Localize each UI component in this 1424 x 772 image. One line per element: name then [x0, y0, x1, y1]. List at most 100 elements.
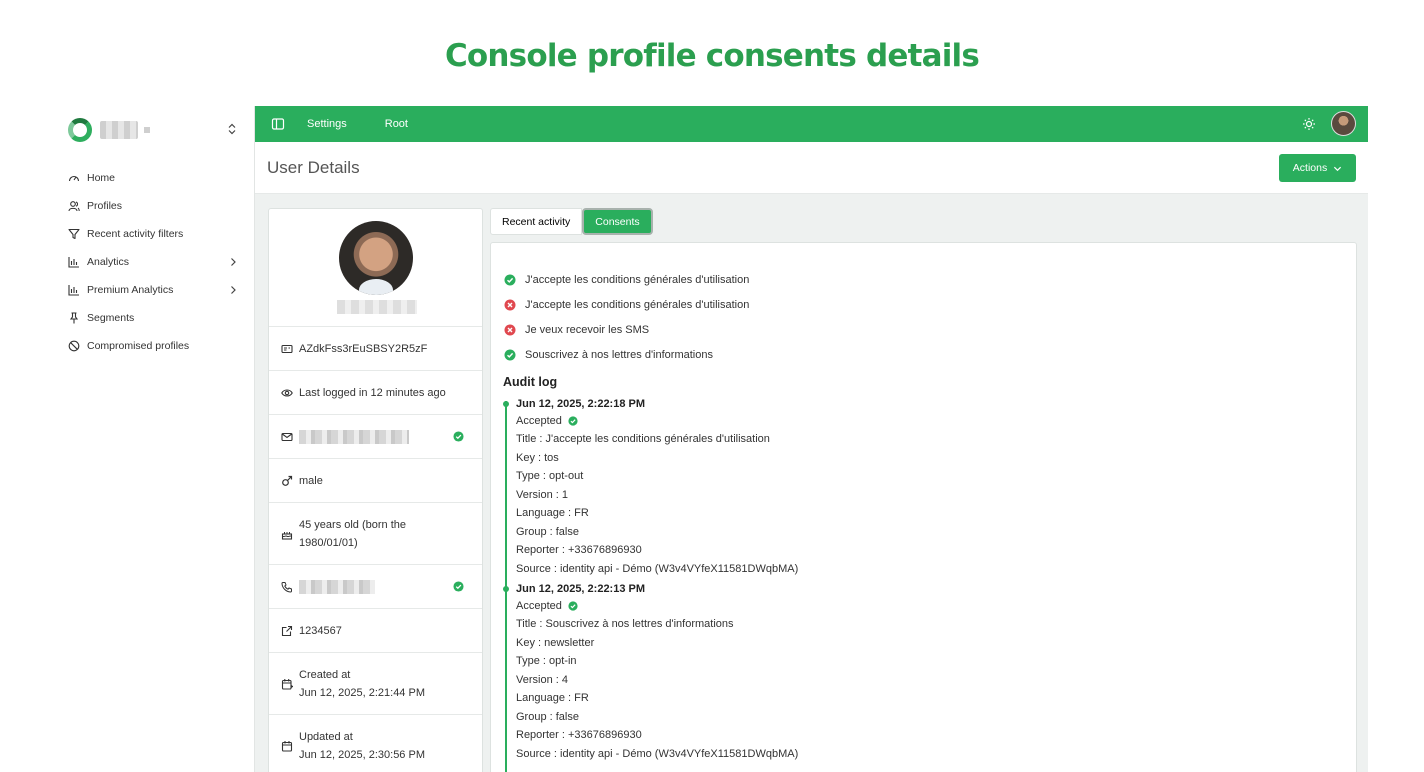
eye-icon	[281, 388, 293, 397]
email-row	[269, 415, 482, 459]
audit-entry-detail: Source : identity api - Démo (W3v4VYfeX1…	[516, 562, 799, 575]
sidebar-item-analytics[interactable]: Analytics	[68, 248, 248, 276]
consent-label: J'accepte les conditions générales d'uti…	[525, 298, 750, 311]
sidebar-item-home[interactable]: Home	[68, 164, 248, 192]
audit-entry-detail: Language : FR	[516, 507, 589, 519]
sidebar-item-recent-activity-filters[interactable]: Recent activity filters	[68, 220, 248, 248]
updated-row: Updated at Jun 12, 2025, 2:30:56 PM	[269, 715, 482, 772]
sidebar-item-label: Recent activity filters	[87, 228, 184, 240]
users-icon	[68, 201, 80, 212]
audit-entry-detail: Type : opt-in	[516, 655, 577, 667]
last-login: Last logged in 12 minutes ago	[299, 386, 446, 399]
consents-panel: J'accepte les conditions générales d'uti…	[490, 242, 1357, 772]
ban-icon	[68, 340, 80, 352]
calendar-icon	[281, 741, 293, 752]
age-row: 45 years old (born the 1980/01/01)	[269, 503, 482, 565]
consent-item: Souscrivez à nos lettres d'informations	[504, 342, 749, 367]
sidebar-item-label: Compromised profiles	[87, 340, 190, 352]
consent-label: J'accepte les conditions générales d'uti…	[525, 273, 750, 286]
audit-entry-detail: Type : opt-out	[516, 470, 584, 482]
profile-card: AZdkFss3rEuSBSY2R5zF Last logged in 12 m…	[268, 208, 483, 772]
sidebar-item-label: Profiles	[87, 200, 123, 212]
audit-entry-status: Accepted	[516, 597, 1104, 615]
timeline-dot	[503, 586, 509, 592]
audit-entry-detail: Reporter : +33676896930	[516, 544, 642, 556]
user-avatar[interactable]	[1331, 111, 1356, 136]
bar-chart-icon	[68, 257, 79, 268]
brand-logo	[68, 118, 92, 142]
top-navbar: Settings Root	[255, 106, 1368, 142]
check-circle-icon	[504, 349, 516, 360]
external-id: 1234567	[299, 624, 342, 637]
phone-redacted	[299, 579, 375, 594]
verified-check-icon	[453, 581, 464, 592]
consent-item: Je veux recevoir les SMS	[504, 317, 749, 342]
sidebar-item-segments[interactable]: Segments	[68, 304, 248, 332]
theme-toggle-sun-icon[interactable]	[1302, 117, 1316, 131]
consent-label: Je veux recevoir les SMS	[525, 323, 650, 336]
created-label: Created at	[299, 668, 351, 681]
chevron-down-icon	[1334, 166, 1342, 171]
chevron-right-icon	[231, 258, 236, 266]
audit-entry: Jun 12, 2025, 2:22:18 PM Accepted Title …	[503, 397, 1104, 578]
updated-label: Updated at	[299, 731, 353, 743]
gauge-icon	[68, 175, 80, 182]
audit-entry-date: Jun 12, 2025, 2:22:18 PM	[516, 398, 646, 410]
phone-icon	[281, 581, 292, 593]
page-banner-title: Console profile consents details	[444, 38, 980, 74]
sidebar-toggle-icon[interactable]	[271, 117, 285, 131]
breadcrumb-settings[interactable]: Settings	[307, 118, 347, 130]
brand-switcher[interactable]	[68, 117, 248, 143]
audit-entry-detail: Title : Souscrivez à nos lettres d'infor…	[516, 618, 734, 630]
x-circle-icon	[504, 324, 516, 335]
sidebar-item-premium-analytics[interactable]: Premium Analytics	[68, 276, 248, 304]
phone-row	[269, 565, 482, 609]
chevron-up-down-icon[interactable]	[228, 123, 236, 135]
x-circle-icon	[504, 299, 516, 310]
gender-row: male	[269, 459, 482, 503]
check-circle-icon	[568, 416, 578, 426]
chevron-right-icon	[231, 286, 236, 294]
profile-photo-section	[269, 209, 482, 327]
profile-avatar	[339, 221, 413, 295]
filter-icon	[68, 228, 80, 240]
external-id-row: 1234567	[269, 609, 482, 653]
audit-entry: Jun 12, 2025, 2:22:13 PM Accepted Title …	[503, 582, 1104, 763]
tab-consents[interactable]: Consents	[582, 208, 653, 235]
bar-chart-icon	[68, 285, 79, 296]
main-area: Settings Root User Details Actions AZdkF…	[254, 106, 1368, 772]
actions-button-label: Actions	[1292, 162, 1328, 174]
audit-entry-detail: Group : false	[516, 710, 579, 723]
audit-entry-detail: Group : false	[516, 525, 579, 538]
audit-entry-detail: Key : tos	[516, 451, 559, 464]
profile-name-redacted	[337, 300, 417, 314]
id-card-icon	[281, 344, 293, 353]
created-value: Jun 12, 2025, 2:21:44 PM	[299, 686, 425, 699]
audit-log-timeline: Jun 12, 2025, 2:22:18 PM Accepted Title …	[503, 397, 1104, 772]
last-login-row: Last logged in 12 minutes ago	[269, 371, 482, 415]
sidebar-item-compromised-profiles[interactable]: Compromised profiles	[68, 332, 248, 360]
sidebar-nav: Home Profiles Recent activity filters An…	[68, 164, 248, 360]
consent-item: J'accepte les conditions générales d'uti…	[504, 292, 749, 317]
age-line-1: 45 years old (born the	[299, 518, 407, 531]
profile-id: AZdkFss3rEuSBSY2R5zF	[299, 342, 428, 355]
sidebar-item-label: Premium Analytics	[87, 284, 174, 296]
tab-recent-activity[interactable]: Recent activity	[490, 208, 583, 235]
audit-entry-status: Accepted	[516, 412, 1104, 430]
sidebar-item-profiles[interactable]: Profiles	[68, 192, 248, 220]
audit-entry-detail: Key : newsletter	[516, 636, 595, 649]
audit-entry-date: Jun 12, 2025, 2:22:13 PM	[516, 583, 646, 595]
email-redacted	[299, 429, 409, 444]
audit-entry-detail: Reporter : +33676896930	[516, 729, 642, 741]
pin-icon	[69, 312, 79, 324]
breadcrumb-root[interactable]: Root	[385, 118, 408, 130]
audit-entry-detail: Language : FR	[516, 692, 589, 704]
brand-name-redacted	[100, 121, 138, 139]
page-title: User Details	[267, 157, 360, 177]
audit-entry-detail: Title : J'accepte les conditions général…	[516, 433, 770, 445]
verified-check-icon	[453, 431, 464, 442]
sidebar: Home Profiles Recent activity filters An…	[56, 106, 254, 772]
sidebar-item-label: Analytics	[87, 256, 130, 268]
actions-button[interactable]: Actions	[1279, 154, 1356, 182]
timeline-dot	[503, 401, 509, 407]
